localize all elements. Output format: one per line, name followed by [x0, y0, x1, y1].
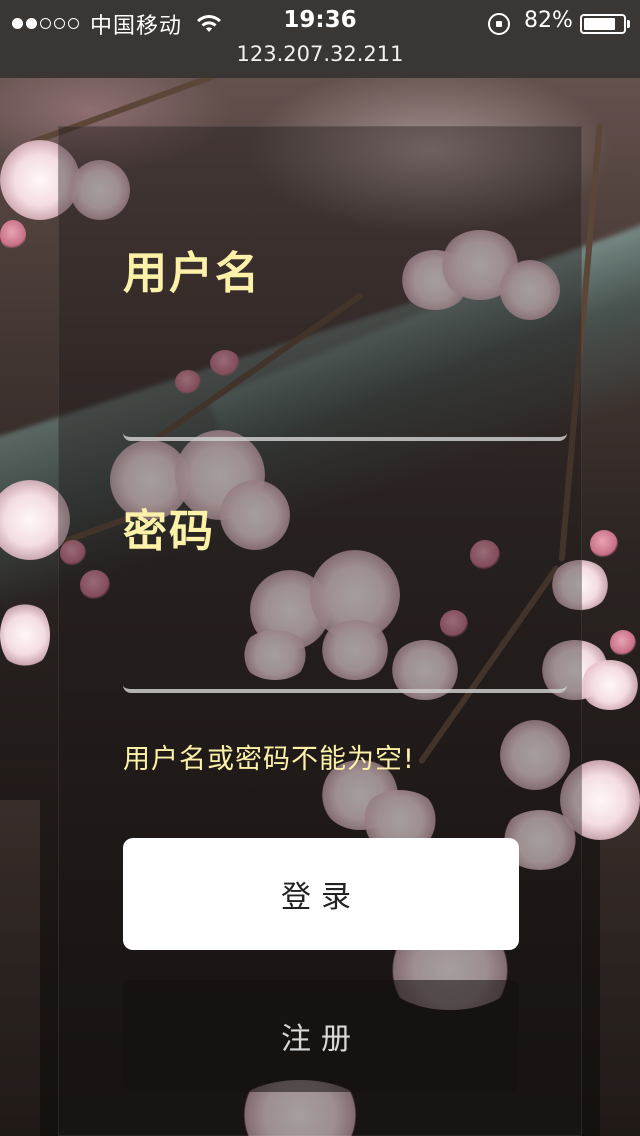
- status-bar: 中国移动 19:36 82% 123.207.32.211: [0, 0, 640, 78]
- address-bar-url[interactable]: 123.207.32.211: [0, 42, 640, 66]
- blossom: [0, 600, 50, 670]
- battery-icon: [580, 14, 626, 34]
- battery-level-fill: [584, 18, 615, 30]
- register-button[interactable]: 注册: [123, 980, 519, 1092]
- error-message: 用户名或密码不能为空!: [123, 744, 415, 775]
- username-input[interactable]: [123, 345, 567, 441]
- username-label: 用户名: [123, 248, 261, 299]
- battery-percent: 82%: [524, 8, 573, 33]
- wall-panel: [600, 800, 640, 1136]
- wall-panel: [0, 800, 40, 1136]
- blossom: [580, 660, 640, 710]
- login-button[interactable]: 登录: [123, 838, 519, 950]
- password-input[interactable]: [123, 597, 567, 693]
- blossom-bud: [610, 630, 636, 656]
- rotation-lock-icon: [488, 13, 510, 35]
- password-label: 密码: [123, 506, 215, 557]
- login-panel: 用户名 密码 用户名或密码不能为空! 登录 注册: [58, 126, 582, 1136]
- battery-nub: [627, 20, 630, 28]
- blossom-bud: [590, 530, 618, 558]
- blossom-bud: [0, 220, 26, 250]
